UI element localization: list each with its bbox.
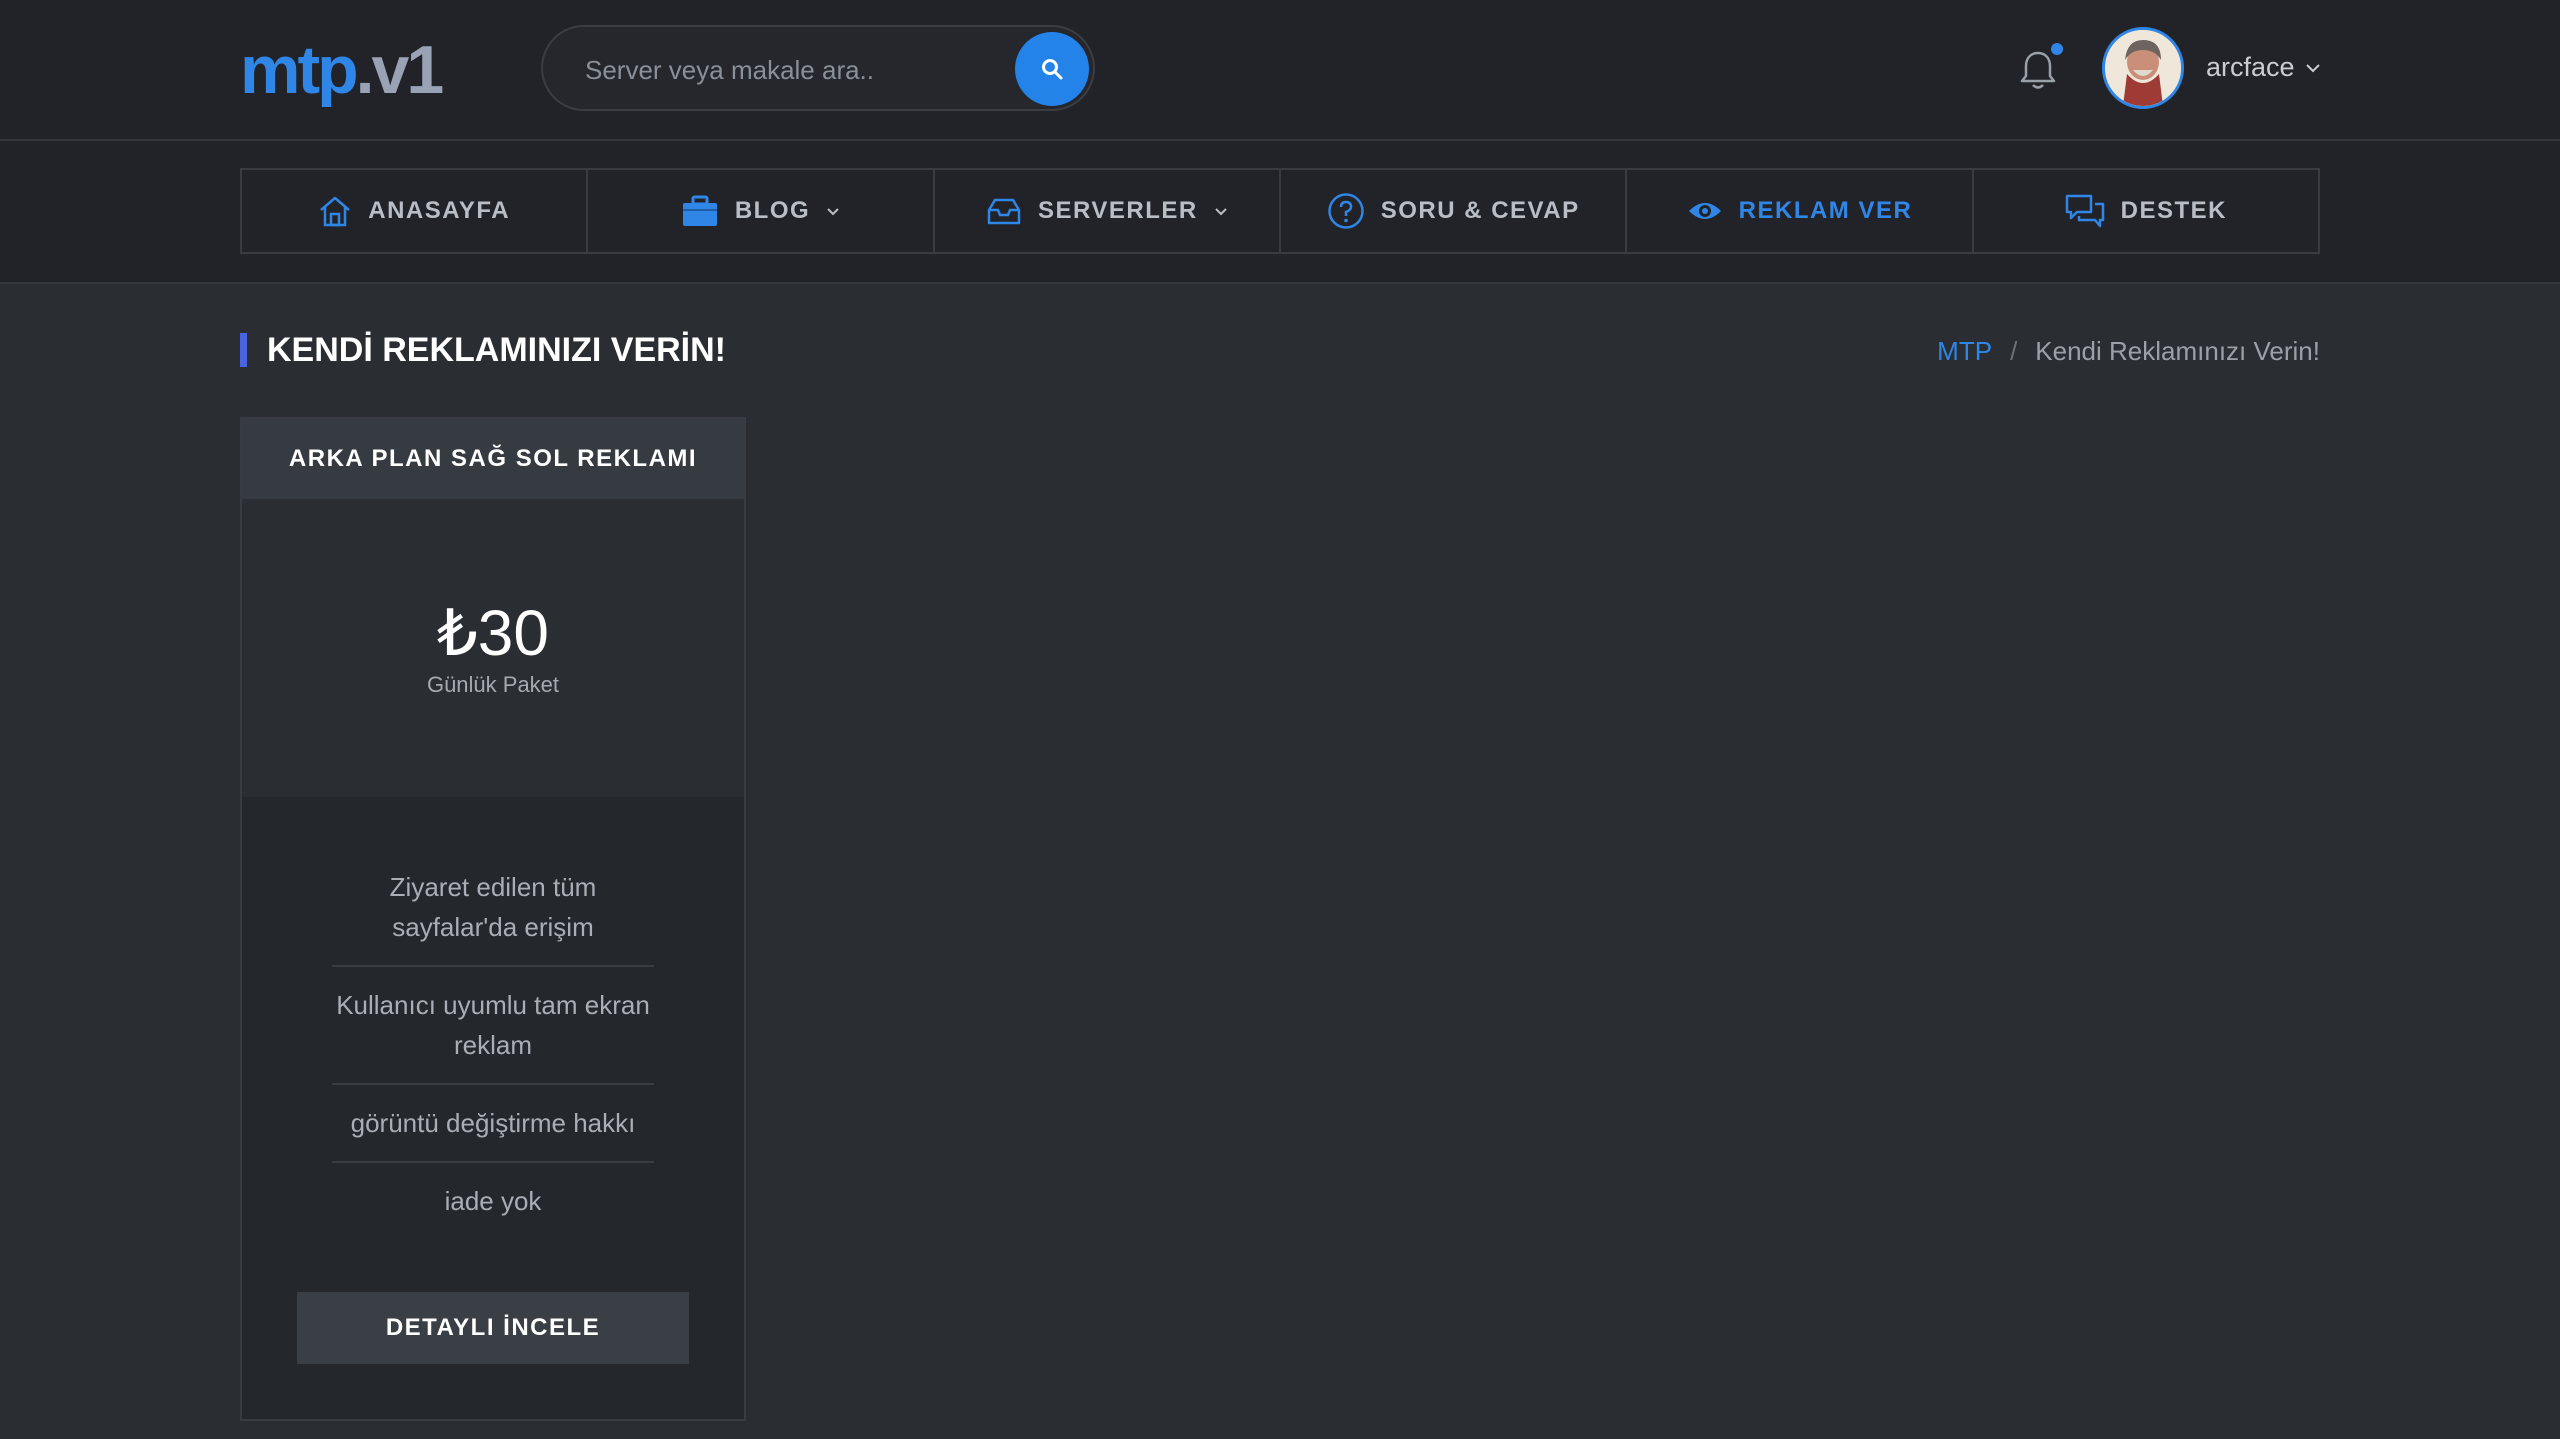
- top-header: mtp.v1 arcface: [0, 0, 2560, 141]
- price-period: Günlük Paket: [426, 672, 560, 697]
- notification-dot: [2051, 43, 2063, 55]
- nav-item-blog[interactable]: BLOG: [588, 170, 935, 252]
- nav-label: SERVERLER: [1037, 197, 1198, 224]
- search-button[interactable]: [1015, 32, 1089, 106]
- briefcase-icon: [682, 195, 717, 226]
- avatar[interactable]: [2102, 27, 2184, 109]
- chevron-down-icon: [2305, 63, 2320, 72]
- nav-item-anasayfa[interactable]: ANASAYFA: [242, 170, 589, 252]
- title-accent-bar: [240, 333, 247, 367]
- nav-label: DESTEK: [2120, 197, 2227, 224]
- nav-label: ANASAYFA: [368, 197, 511, 224]
- breadcrumb: MTP / Kendi Reklamınızı Verin!: [1937, 336, 2320, 367]
- price-area: ₺30 Günlük Paket: [242, 499, 744, 797]
- search-box: [541, 25, 1095, 111]
- eye-icon: [1688, 203, 1721, 219]
- feature-item: iade yok: [444, 1186, 542, 1216]
- question-circle-icon: [1327, 193, 1364, 229]
- nav-label: REKLAM VER: [1738, 197, 1913, 224]
- nav-item-serverler[interactable]: SERVERLER: [935, 170, 1281, 252]
- feature-list: Ziyaret edilen tüm sayfalar'da erişim Ku…: [242, 797, 744, 1239]
- breadcrumb-current: Kendi Reklamınızı Verin!: [2035, 336, 2320, 366]
- feature-item: Ziyaret edilen tüm sayfalar'da erişim: [332, 867, 654, 967]
- detail-button[interactable]: DETAYLI İNCELE: [297, 1292, 689, 1364]
- logo-main-text: mtp: [240, 32, 359, 108]
- pricing-card: ARKA PLAN SAĞ SOL REKLAMI ₺30 Günlük Pak…: [240, 417, 746, 1421]
- logo-suffix-text: .v1: [355, 32, 445, 108]
- nav-label: BLOG: [734, 197, 811, 224]
- chevron-down-icon: [827, 208, 839, 216]
- search-input[interactable]: [583, 49, 1017, 91]
- avatar-image: [2105, 30, 2181, 106]
- search-icon: [1042, 59, 1063, 80]
- price-value: ₺30: [437, 597, 549, 669]
- chat-icon: [2065, 194, 2104, 228]
- feature-item: Kullanıcı uyumlu tam ekran reklam: [332, 967, 654, 1085]
- inbox-icon: [987, 198, 1021, 225]
- user-menu[interactable]: arcface: [2206, 52, 2321, 83]
- nav-bar: ANASAYFA BLOG SERVERLER SORU & CEVAP REK…: [0, 141, 2560, 284]
- nav-item-soru-cevap[interactable]: SORU & CEVAP: [1281, 170, 1628, 252]
- home-icon: [320, 196, 351, 227]
- feature-item: görüntü değiştirme hakkı: [332, 1085, 654, 1163]
- breadcrumb-separator: /: [2010, 336, 2018, 366]
- chevron-down-icon: [1214, 208, 1227, 216]
- username-label: arcface: [2206, 52, 2295, 82]
- page-title-text: KENDİ REKLAMINIZI VERİN!: [267, 330, 726, 369]
- breadcrumb-root-link[interactable]: MTP: [1937, 336, 1992, 367]
- nav-label: SORU & CEVAP: [1380, 197, 1580, 224]
- page-title: KENDİ REKLAMINIZI VERİN!: [240, 330, 726, 370]
- nav-item-reklam-ver[interactable]: REKLAM VER: [1627, 170, 1974, 252]
- nav-item-destek[interactable]: DESTEK: [1974, 170, 2318, 252]
- main-nav: ANASAYFA BLOG SERVERLER SORU & CEVAP REK…: [240, 168, 2320, 254]
- site-logo[interactable]: mtp.v1: [240, 32, 445, 108]
- bell-icon[interactable]: [2018, 48, 2058, 92]
- card-title: ARKA PLAN SAĞ SOL REKLAMI: [242, 419, 744, 499]
